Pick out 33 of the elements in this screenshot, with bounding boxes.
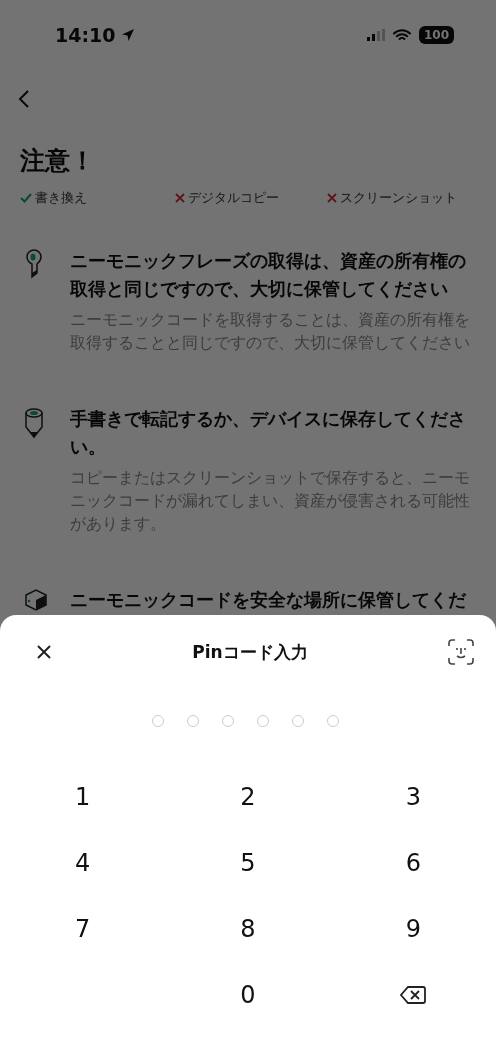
digit-key[interactable]: 5 [222, 837, 274, 889]
digit-key[interactable]: 2 [222, 771, 274, 823]
close-icon [36, 644, 52, 660]
backspace-icon [400, 985, 427, 1005]
digit-key[interactable]: 8 [222, 903, 274, 955]
page-title: 注意！ [20, 145, 96, 177]
sheet-title: Pinコード入力 [192, 640, 308, 664]
face-scan-icon [448, 639, 474, 665]
item-title: 手書きで転記するか、デバイスに保存してください。 [70, 408, 467, 459]
pencil-icon [24, 407, 44, 439]
cross-icon [327, 193, 337, 203]
rule-label: スクリーンショット [340, 189, 457, 207]
signal-icon [366, 29, 387, 41]
check-icon [20, 193, 32, 203]
item-title: ニーモニックフレーズの取得は、資産の所有権の取得と同じですので、大切に保管してください [70, 250, 467, 301]
status-time: 14:10 [55, 24, 116, 46]
digit-key[interactable]: 6 [387, 837, 440, 889]
digit-key[interactable]: 7 [56, 903, 109, 955]
back-icon [18, 89, 30, 109]
digit-key[interactable]: 9 [387, 903, 440, 955]
digit-key[interactable]: 0 [222, 969, 274, 1021]
item-title: ニーモニックコードを安全な場所に保管してくだ [70, 589, 467, 612]
rule-label: 書き換え [35, 189, 87, 207]
rule-label: デジタルコピー [188, 189, 279, 207]
key-icon [24, 249, 44, 281]
battery-level: 100 [418, 26, 454, 44]
wifi-icon [392, 28, 411, 42]
digit-key[interactable]: 4 [56, 837, 109, 889]
digit-key[interactable]: 3 [387, 771, 440, 823]
digit-key[interactable]: 1 [56, 771, 109, 823]
location-arrow-icon [121, 28, 136, 42]
cross-icon [175, 193, 185, 203]
cube-icon [24, 588, 48, 612]
